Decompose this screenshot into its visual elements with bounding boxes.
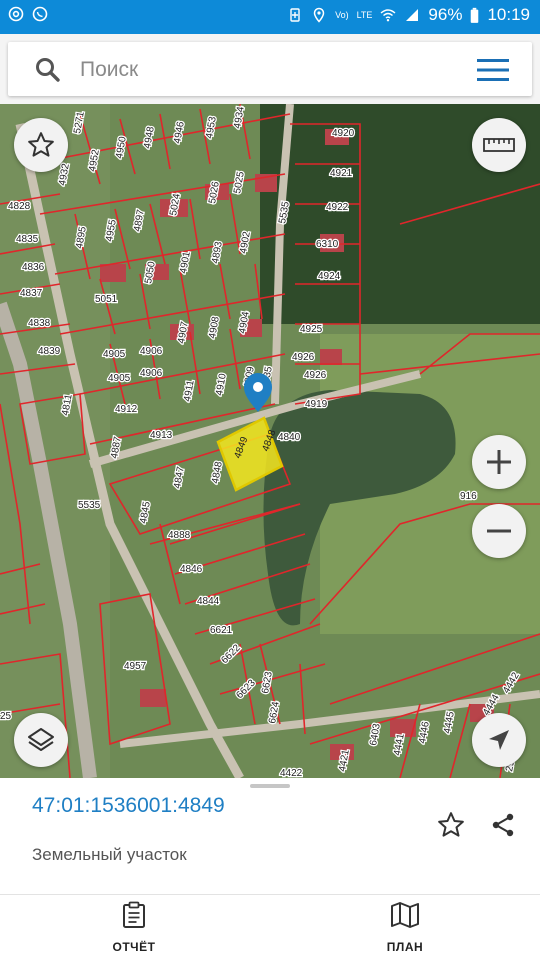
parcel-label: 4846 — [180, 564, 203, 575]
share-icon — [492, 813, 514, 837]
status-bar: Vo) LTE 96% 10:19 — [0, 0, 540, 34]
parcel-label: 4905 — [103, 349, 126, 360]
parcel-label: 4926 — [304, 370, 327, 381]
parcel-label: 4913 — [150, 430, 173, 441]
parcel-label: 5535 — [78, 500, 101, 511]
navigation-arrow-icon — [489, 730, 509, 750]
parcel-label: 4837 — [20, 288, 43, 299]
search-icon[interactable] — [34, 56, 62, 84]
map-icon — [391, 902, 419, 928]
battery-percent: 96% — [428, 5, 463, 24]
sheet-drag-handle[interactable] — [250, 784, 290, 788]
favorite-button[interactable] — [434, 808, 468, 842]
parcel-label: 4828 — [8, 201, 31, 212]
map-canvas[interactable]: 52714950 4948 4946 4953 49344920493249524921… — [0, 104, 540, 778]
parcel-label: 4839 — [38, 346, 61, 357]
favorite-map-button[interactable] — [14, 118, 68, 172]
signal-icon — [406, 9, 419, 21]
parcel-label: 4919 — [305, 399, 328, 410]
wifi-icon — [380, 9, 396, 22]
cadastral-map[interactable]: 5271 4950 4948 4946 4953 4934 4920 4932 4952 4921… — [0, 104, 540, 778]
star-icon — [28, 132, 54, 157]
nav-report[interactable]: ОТЧЁТ — [74, 901, 194, 957]
ruler-button[interactable] — [472, 118, 526, 172]
plus-icon — [487, 450, 511, 474]
parcel-label: 916 — [460, 491, 477, 502]
nav-report-label: ОТЧЁТ — [112, 940, 156, 954]
at-icon — [8, 6, 24, 22]
nav-plan-label: ПЛАН — [386, 940, 424, 954]
search-bar — [8, 42, 532, 96]
parcel-label: 4906 — [140, 368, 163, 379]
search-input[interactable] — [78, 52, 452, 88]
parcel-label: 6621 — [210, 625, 233, 636]
parcel-label: 4840 — [278, 432, 301, 443]
cadastral-number[interactable]: 47:01:1536001:4849 — [32, 794, 225, 818]
parcel-label: 4957 — [124, 661, 147, 672]
parcel-label: 4838 — [28, 318, 51, 329]
parcel-label: 4836 — [22, 262, 45, 273]
parcel-label: 4835 — [16, 234, 39, 245]
battery-icon — [471, 7, 479, 23]
network-type: LTE — [356, 10, 373, 20]
parcel-label: 4422 — [280, 768, 303, 778]
status-notifications — [8, 6, 48, 22]
menu-icon[interactable] — [476, 57, 510, 83]
zoom-in-button[interactable] — [472, 435, 526, 489]
report-icon — [123, 901, 145, 928]
parcel-label: 5051 — [95, 294, 118, 305]
object-type: Земельный участок — [32, 845, 187, 864]
parcel-label: 25 — [0, 711, 12, 722]
parcel-label: 4844 — [197, 596, 220, 607]
parcel-label: 4912 — [115, 404, 138, 415]
bottom-navigation: ОТЧЁТ ПЛАН — [0, 894, 540, 961]
zoom-out-button[interactable] — [472, 504, 526, 558]
location-icon — [313, 7, 325, 23]
status-system: Vo) LTE 96% 10:19 — [287, 5, 530, 25]
parcel-label: 4925 — [300, 324, 323, 335]
parcel-label: 4906 — [140, 346, 163, 357]
locate-button[interactable] — [472, 713, 526, 767]
nav-plan[interactable]: ПЛАН — [345, 901, 465, 957]
ruler-icon — [483, 138, 515, 152]
parcel-label: 4926 — [292, 352, 315, 363]
layers-icon — [28, 728, 54, 751]
location-pin-dot — [253, 382, 263, 392]
star-icon — [438, 812, 464, 837]
parcel-label: 4888 — [168, 530, 191, 541]
whatsapp-icon — [32, 6, 48, 22]
clock: 10:19 — [487, 5, 530, 24]
volte-indicator: Vo) — [335, 10, 349, 20]
minus-icon — [487, 529, 511, 533]
layers-button[interactable] — [14, 713, 68, 767]
battery-saver-icon — [290, 8, 300, 22]
parcel-info-sheet[interactable]: 47:01:1536001:4849 Земельный участок — [0, 778, 540, 894]
parcel-label: 4921 — [330, 168, 353, 179]
parcel-label: 4924 — [318, 271, 341, 282]
parcel-label: 4920 — [332, 128, 355, 139]
parcel-label: 4905 — [108, 373, 131, 384]
parcel-label: 6310 — [316, 239, 339, 250]
app-bar — [0, 34, 540, 104]
share-button[interactable] — [486, 808, 520, 842]
parcel-label: 4922 — [326, 202, 349, 213]
